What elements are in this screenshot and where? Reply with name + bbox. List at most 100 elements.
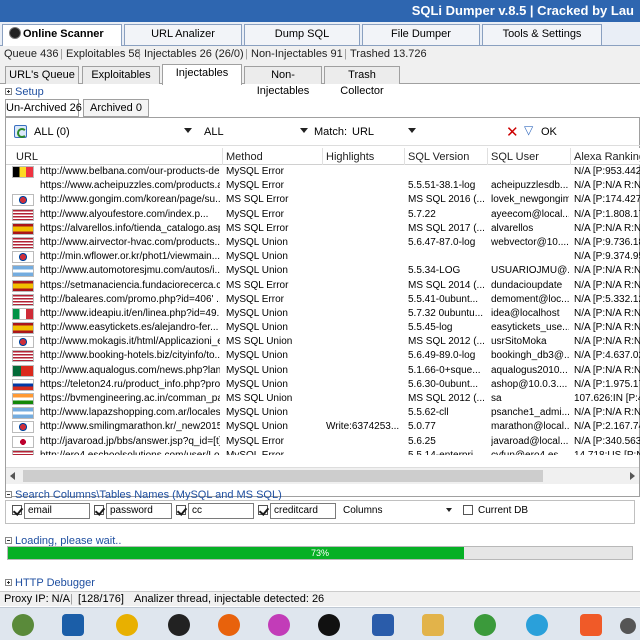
app-icon[interactable] <box>268 614 290 636</box>
cell-user: ayeecom@local... <box>491 208 569 220</box>
refresh-icon[interactable] <box>14 125 27 138</box>
table-row[interactable]: http://javaroad.jp/bbs/answer.jsp?q_id=[… <box>6 435 640 449</box>
cell-method: MySQL Union <box>226 265 288 277</box>
tab-tools-settings[interactable]: Tools & Settings <box>482 24 602 45</box>
cell-user: demoment@loc... <box>491 293 569 305</box>
scroll-right-icon[interactable] <box>630 472 635 480</box>
table-row[interactable]: http://www.aqualogus.com/news.php?lan...… <box>6 364 640 378</box>
tab-file-dumper[interactable]: File Dumper <box>362 24 480 45</box>
setup-toggle[interactable]: Setup <box>5 86 44 98</box>
country-flag-icon <box>12 166 34 178</box>
brave-icon[interactable] <box>580 614 602 636</box>
cell-user: marathon@local... <box>491 421 569 433</box>
clear-filter-icon[interactable]: ✕ <box>506 123 519 141</box>
table-row[interactable]: http://www.alyoufestore.com/index.p... My… <box>6 208 640 222</box>
cell-alexa: N/A [P:N/A R:N/ <box>574 180 640 192</box>
cc-checkbox[interactable] <box>176 505 186 515</box>
country-filter-select[interactable]: ALL (0) <box>34 124 194 140</box>
column-header-method[interactable]: Method <box>226 151 263 163</box>
table-row[interactable]: https://setmanaciencia.fundaciorecerca.c… <box>6 279 640 293</box>
table-row[interactable]: https://www.acheipuzzles.com/products.a.… <box>6 179 640 193</box>
http-debugger-toggle[interactable]: HTTP Debugger <box>5 577 95 589</box>
tab-dump-sql[interactable]: Dump SQL <box>244 24 360 45</box>
tray-icon[interactable] <box>620 618 636 634</box>
select-value: ALL (0) <box>34 126 70 138</box>
creditcard-checkbox[interactable] <box>258 505 268 515</box>
table-row[interactable]: http://www.smilingmarathon.kr/_new2015..… <box>6 420 640 434</box>
scroll-left-icon[interactable] <box>10 472 15 480</box>
table-row[interactable]: http://www.gongim.com/korean/page/su... M… <box>6 193 640 207</box>
table-row[interactable]: http://www.booking-hotels.biz/cityinfo/t… <box>6 349 640 363</box>
tab-non-injectables[interactable]: Non-Injectables <box>244 66 322 97</box>
cell-method: MySQL Error <box>226 435 284 447</box>
globe-icon[interactable] <box>12 614 34 636</box>
tab-online-scanner[interactable]: Online Scanner <box>2 24 122 46</box>
creditcard-field[interactable]: creditcard <box>270 503 336 519</box>
tab-trash-collector[interactable]: Trash Collector <box>324 66 400 97</box>
table-row[interactable]: https://teleton24.ru/product_info.php?pr… <box>6 378 640 392</box>
status-message: Analizer thread, injectable detected: 26 <box>134 593 325 605</box>
table-row[interactable]: http://www.easytickets.es/alejandro-fer.… <box>6 321 640 335</box>
tab-archived[interactable]: Archived 0 <box>83 99 149 117</box>
sub-tab-strip: URL's Queue Exploitables Injectables Non… <box>0 64 640 97</box>
telegram-icon[interactable] <box>526 614 548 636</box>
column-header-highlights[interactable]: Highlights <box>326 151 374 163</box>
table-row[interactable]: http://www.automotoresjmu.com/autos/i...… <box>6 264 640 278</box>
github-icon[interactable] <box>168 614 190 636</box>
tab-injectables[interactable]: Injectables <box>162 64 242 85</box>
cell-user: alvarellos <box>491 222 534 234</box>
table-row[interactable]: http://www.airvector-hvac.com/products..… <box>6 236 640 250</box>
chrome-icon[interactable] <box>474 614 496 636</box>
injectables-table-body: http://www.belbana.com/our-products-de..… <box>6 165 640 455</box>
ok-button[interactable]: OK <box>541 126 557 138</box>
scrollbar-thumb[interactable] <box>23 470 543 482</box>
column-header-sql-version[interactable]: SQL Version <box>408 151 469 163</box>
columns-select[interactable]: Columns <box>340 504 456 520</box>
cell-ver: MS SQL 2012 (... <box>408 336 485 348</box>
column-header-alexa[interactable]: Alexa Ranking <box>574 151 640 163</box>
cell-alexa: N/A [P:953.442 <box>574 166 640 177</box>
cc-field[interactable]: cc <box>188 503 254 519</box>
table-row[interactable]: http://www.lapazshopping.com.ar/locales-… <box>6 406 640 420</box>
table-row[interactable]: http://baleares.com/promo.php?id=406' ..… <box>6 293 640 307</box>
tab-un-archived[interactable]: Un-Archived 26 <box>5 99 82 117</box>
table-row[interactable]: http://www.belbana.com/our-products-de..… <box>6 165 640 179</box>
table-row[interactable]: http://www.mokagis.it/html/Applicazioni_… <box>6 335 640 349</box>
word-icon[interactable] <box>372 614 394 636</box>
vpn-icon[interactable] <box>116 614 138 636</box>
table-row[interactable]: https://bvmengineering.ac.in/comman_pa..… <box>6 392 640 406</box>
horizontal-scrollbar[interactable] <box>6 467 639 484</box>
table-row[interactable]: http://ero4.eschoolsolutions.com/user/Lo… <box>6 449 640 455</box>
folder-icon[interactable] <box>422 614 444 636</box>
expand-icon <box>5 579 12 586</box>
current-db-checkbox[interactable] <box>463 505 473 515</box>
column-header-url[interactable]: URL <box>16 151 38 163</box>
email-checkbox[interactable] <box>12 505 22 515</box>
table-row[interactable]: http://min.wflower.or.kr/phot1/viewmain.… <box>6 250 640 264</box>
method-filter-select[interactable]: ALL <box>204 124 310 140</box>
cell-ver: 5.6.25 <box>408 435 436 447</box>
country-flag-icon <box>12 350 34 363</box>
table-row[interactable]: http://www.ideapiu.it/en/linea.php?id=49… <box>6 307 640 321</box>
cell-user: usrSitoMoka <box>491 336 547 348</box>
firefox-icon[interactable] <box>218 614 240 636</box>
tab-url-analizer[interactable]: URL Analizer <box>124 24 242 45</box>
password-field[interactable]: password <box>106 503 172 519</box>
cell-ver: MS SQL 2017 (... <box>408 222 485 234</box>
media-player-icon[interactable] <box>318 614 340 636</box>
email-field[interactable]: email <box>24 503 90 519</box>
country-flag-icon <box>12 421 34 434</box>
match-select[interactable]: URL <box>352 124 418 140</box>
table-row[interactable]: https://alvarellos.info/tienda_catalogo.… <box>6 222 640 236</box>
tab-label: Online Scanner <box>23 28 104 40</box>
tab-exploitables[interactable]: Exploitables <box>82 66 160 84</box>
cell-alexa: N/A [P:N/A R:N/ <box>574 279 640 291</box>
password-checkbox[interactable] <box>94 505 104 515</box>
separator: | <box>344 48 347 60</box>
wps-icon[interactable] <box>62 614 84 636</box>
country-flag-icon <box>12 407 34 420</box>
progress-percent: 73% <box>310 548 329 558</box>
column-header-sql-user[interactable]: SQL User <box>491 151 539 163</box>
tab-urls-queue[interactable]: URL's Queue <box>5 66 79 84</box>
chevron-down-icon <box>300 128 308 133</box>
